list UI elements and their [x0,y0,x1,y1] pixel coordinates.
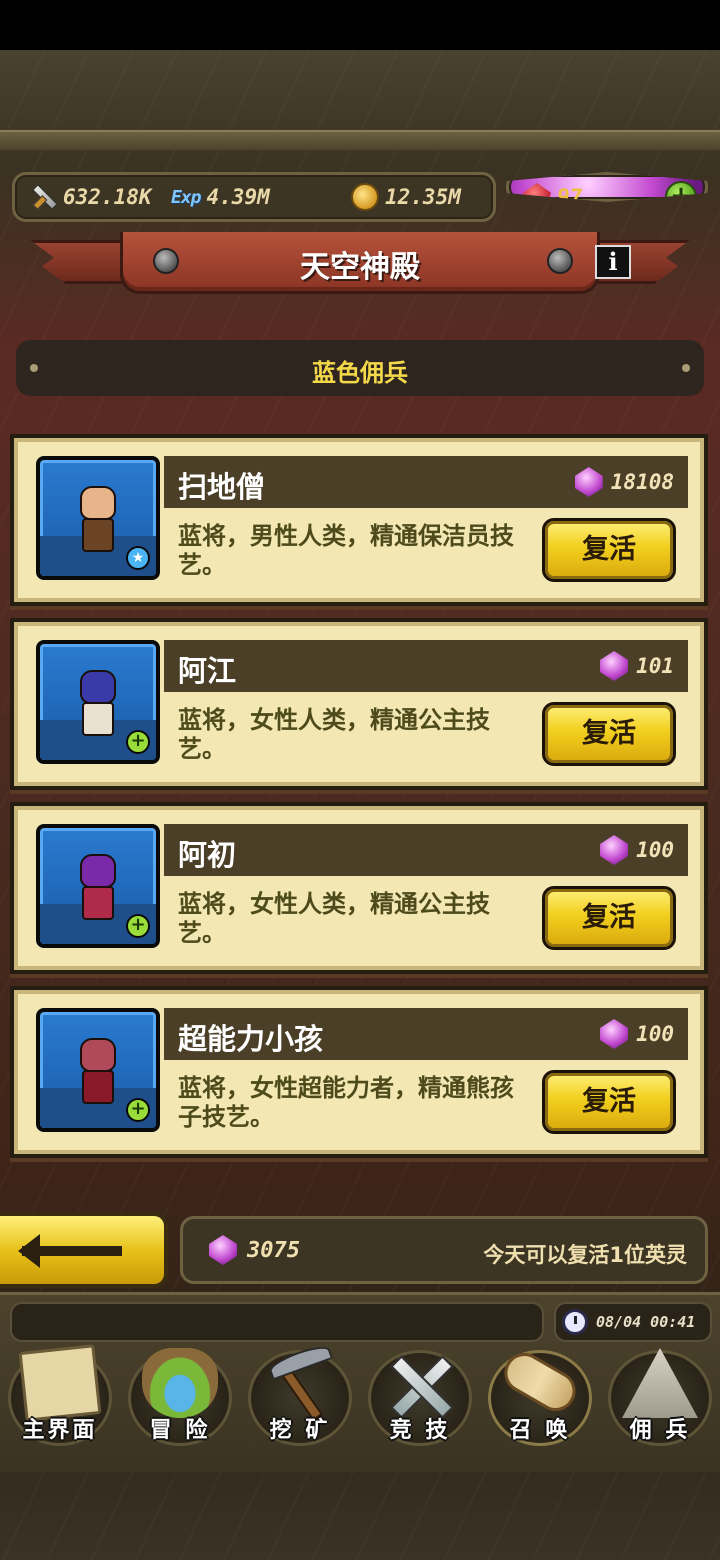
nav-label: 冒 险 [149,1418,211,1443]
nav-mercenary[interactable]: 佣 兵 [600,1342,720,1454]
nav-adventure[interactable]: 冒 险 [120,1342,240,1454]
monk-character-icon [74,486,122,556]
cost-value: 18108 [610,470,674,494]
mercenary-portrait[interactable]: + [36,824,160,948]
mercenary-name: 阿江 [178,654,237,688]
mercenary-card: + 超能力小孩 100 蓝将，女性超能力者，精通熊孩子技艺。 复活 [10,986,708,1158]
plus-badge-icon: + [126,914,150,938]
princess-character-icon [74,670,122,740]
revive-button[interactable]: 复活 [542,702,676,766]
pickaxe-icon [262,1348,338,1418]
mercenary-card: + 阿初 100 蓝将，女性人类，精通公主技艺。 复活 [10,802,708,974]
revive-note: 今天可以复活1位英灵 [483,1243,687,1267]
name-bar: 阿初 100 [164,824,688,876]
name-bar: 扫地僧 18108 [164,456,688,508]
mercenary-name: 扫地僧 [178,470,266,504]
gem-balance: 3075 [209,1235,300,1265]
revive-button[interactable]: 复活 [542,1070,676,1134]
character-body [82,1070,114,1104]
nav-label: 挖 矿 [269,1418,331,1443]
name-bar: 超能力小孩 100 [164,1008,688,1060]
mercenary-name: 阿初 [178,838,237,872]
character-body [82,518,114,552]
character-head [80,670,116,704]
revive-button[interactable]: 复活 [542,518,676,582]
cost-value: 100 [636,1022,674,1046]
character-head [80,486,116,520]
status-bar [0,0,720,50]
exp-resource: Exp 4.39M [171,175,270,219]
gem-icon [574,467,603,497]
plus-badge-icon: + [126,730,150,754]
clock-datetime: 08/04 00:41 [596,1313,696,1331]
gem-icon [600,1019,629,1049]
cost-value: 100 [636,838,674,862]
exp-value: 4.39M [206,185,270,209]
exp-icon: Exp [171,186,201,208]
attack-resource: 632.18K [29,175,152,219]
nav-summon[interactable]: 召 唤 [480,1342,600,1454]
name-bar: 阿江 101 [164,640,688,692]
revive-cost: 18108 [574,467,674,497]
back-arrow-icon [18,1234,122,1268]
gold-coin-icon [351,183,379,211]
nav-main[interactable]: 主界面 [0,1342,120,1454]
mercenary-description: 蓝将，女性超能力者，精通熊孩子技艺。 [178,1074,514,1131]
revive-cost: 100 [600,1019,674,1049]
top-frame [0,130,720,150]
gem-balance-value: 3075 [247,1237,300,1263]
resource-bar: 632.18K Exp 4.39M 12.35M [12,172,496,222]
gold-resource: 12.35M [351,175,461,219]
clock-icon [562,1309,588,1335]
back-button[interactable] [0,1212,168,1288]
gem-icon [600,835,629,865]
nav-label: 主界面 [22,1418,98,1443]
map-scroll-icon [18,1344,102,1422]
revive-cost: 100 [600,835,674,865]
nav-label: 佣 兵 [629,1418,691,1443]
category-label: 蓝色佣兵 [312,359,408,387]
gem-icon [209,1235,237,1265]
message-bar [10,1302,544,1342]
plus-badge-icon: + [126,1098,150,1122]
clock: 08/04 00:41 [554,1302,712,1342]
mercenary-portrait[interactable]: ★ [36,456,160,580]
mercenary-description: 蓝将，女性人类，精通公主技艺。 [178,890,490,947]
sword-icon [29,183,57,211]
floating-island-icon [142,1348,218,1418]
mercenary-card: + 阿江 101 蓝将，女性人类，精通公主技艺。 复活 [10,618,708,790]
crossed-swords-icon [382,1348,458,1418]
mercenary-card: ★ 扫地僧 18108 蓝将，男性人类，精通保洁员技艺。 复活 [10,434,708,606]
princess-character-icon [74,854,122,924]
nav-label: 竞 技 [389,1418,451,1443]
gem-icon [600,651,629,681]
revive-info-bar: 3075 今天可以复活1位英灵 [180,1216,708,1284]
category-bar: 蓝色佣兵 [16,340,704,396]
title-banner: i 天空神殿 [30,232,690,302]
mercenary-portrait[interactable]: + [36,640,160,764]
star-badge-icon: ★ [126,546,150,570]
gold-value: 12.35M [385,185,461,209]
nav-mining[interactable]: 挖 矿 [240,1342,360,1454]
character-head [80,1038,116,1072]
revive-cost: 101 [600,651,674,681]
character-body [82,702,114,736]
mercenary-portrait[interactable]: + [36,1008,160,1132]
character-head [80,854,116,888]
nav-label: 召 唤 [509,1418,571,1443]
mercenary-description: 蓝将，女性人类，精通公主技艺。 [178,706,490,763]
page-title: 天空神殿 [300,250,420,285]
psychic-kid-character-icon [74,1038,122,1108]
nav-arena[interactable]: 竞 技 [360,1342,480,1454]
cost-value: 101 [636,654,674,678]
revive-button[interactable]: 复活 [542,886,676,950]
character-body [82,886,114,920]
mercenary-description: 蓝将，男性人类，精通保洁员技艺。 [178,522,514,579]
attack-value: 632.18K [63,185,152,209]
mercenary-name: 超能力小孩 [178,1022,324,1056]
